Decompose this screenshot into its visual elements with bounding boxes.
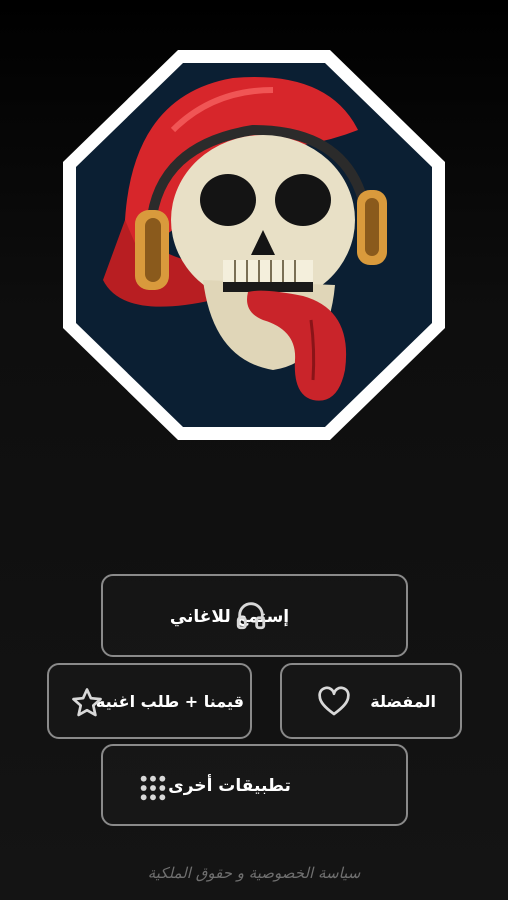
skull-logo-icon — [63, 50, 445, 440]
listen-to-songs-label: إستمع للاغاني — [169, 607, 290, 627]
headphones-icon — [234, 598, 268, 632]
heart-icon — [316, 684, 352, 720]
rate-and-request-song-label: قيمنا + طلب اغنيه — [95, 692, 244, 711]
other-apps-button[interactable]: تطبيقات أخرى — [101, 744, 408, 826]
app-logo — [63, 50, 445, 440]
privacy-policy-link[interactable]: سياسة الخصوصية و حقوق الملكية — [0, 864, 508, 882]
star-icon — [69, 685, 105, 721]
rate-and-request-song-button[interactable]: قيمنا + طلب اغنيه — [47, 663, 252, 739]
favorites-button[interactable]: المفضلة — [280, 663, 462, 739]
listen-to-songs-button[interactable]: إستمع للاغاني — [101, 574, 408, 657]
grid-dots-icon — [137, 772, 169, 804]
favorites-label: المفضلة — [370, 692, 436, 711]
